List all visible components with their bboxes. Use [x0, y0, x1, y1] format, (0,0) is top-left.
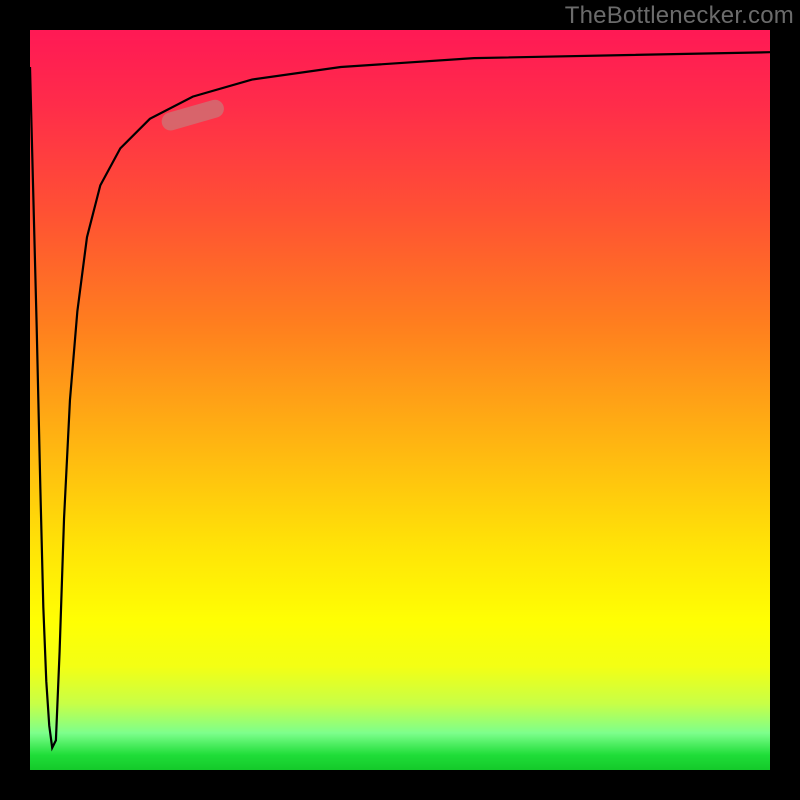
watermark-text: TheBottlenecker.com [565, 2, 794, 30]
bottleneck-curve [30, 52, 770, 748]
operating-point-marker [160, 98, 226, 133]
plot-area [30, 30, 770, 770]
chart-frame: TheBottlenecker.com [0, 0, 800, 800]
curve-layer [30, 30, 770, 770]
